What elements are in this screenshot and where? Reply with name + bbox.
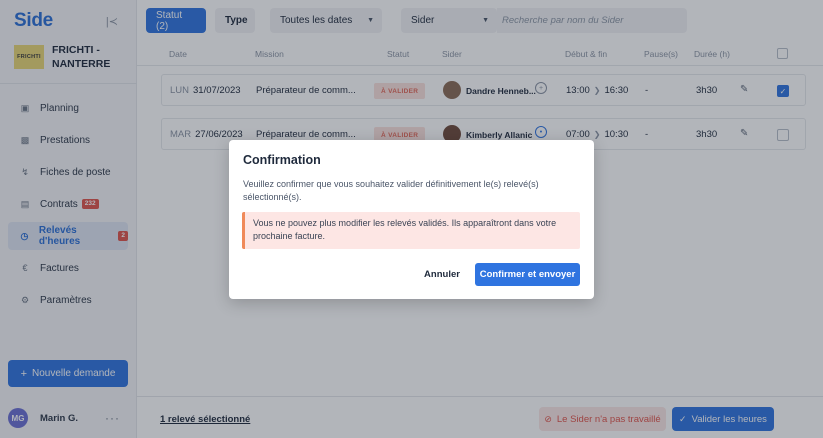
warning-alert: Vous ne pouvez plus modifier les relevés… [242, 212, 580, 249]
cancel-button[interactable]: Annuler [421, 263, 463, 286]
confirm-and-send-button[interactable]: Confirmer et envoyer [475, 263, 580, 286]
dialog-message: Veuillez confirmer que vous souhaitez va… [243, 179, 539, 202]
confirmation-dialog: Confirmation Veuillez confirmer que vous… [229, 140, 594, 299]
dialog-title: Confirmation [243, 153, 321, 167]
